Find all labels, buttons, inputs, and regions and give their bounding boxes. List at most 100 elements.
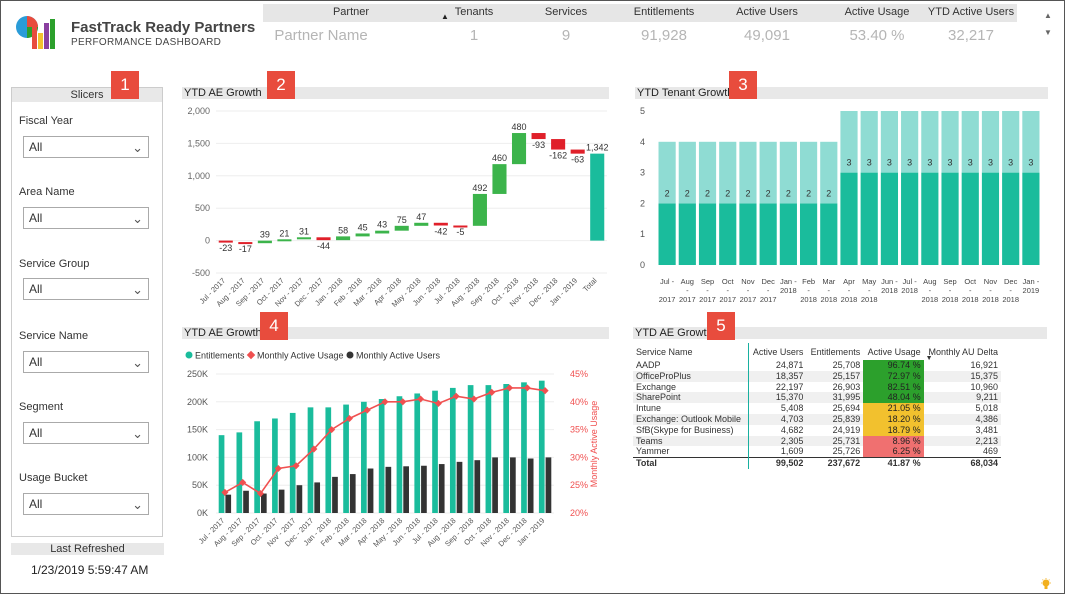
total-active-users: 99,502	[748, 457, 807, 469]
y-tick-label: 2,000	[187, 106, 210, 116]
cell-entitlements: 25,731	[806, 435, 864, 447]
col-header-entitlements[interactable]: Entitlements	[806, 343, 863, 360]
tenant-bar-segment	[799, 203, 818, 265]
data-label: 3	[867, 158, 872, 168]
waterfall-bar	[472, 193, 487, 226]
table-row[interactable]: SharePoint 15,370 31,995 48.04 % 9,211	[633, 392, 1001, 404]
cell-entitlements: 25,708	[832, 360, 861, 370]
table-row[interactable]: Exchange: Outlook Mobile 4,703 25,839 18.20…	[633, 413, 1001, 425]
data-label: -42	[434, 227, 447, 237]
waterfall-bar	[531, 133, 546, 140]
cell-active-usage: 72.97 %	[863, 370, 924, 382]
table-row[interactable]: Teams 2,305 25,731 8.96 % 2,213	[633, 435, 1001, 447]
table-row[interactable]: SfB(Skype for Business) 4,682 24,919 18.79 …	[633, 424, 1001, 436]
entitlements-bar	[378, 399, 385, 513]
x-tick-label: Jan -	[1023, 277, 1040, 286]
y-tick-label: 4	[640, 137, 645, 147]
cell-active-usage: 18.79 %	[863, 424, 924, 436]
x-tick-label: -	[848, 286, 851, 295]
data-label: 2	[826, 188, 831, 198]
tenant-bar-segment	[779, 203, 797, 265]
data-label: 2	[806, 188, 811, 198]
x-tick-label: Apr	[843, 277, 855, 286]
cell-active-users: 5,408	[780, 403, 804, 414]
table-row[interactable]: Yammer 1,609 25,726 6.25 % 469	[633, 446, 1001, 458]
service-ae-growth-table: Service Name Active Users Entitlements A…	[633, 343, 1001, 469]
cell-service-name: OfficeProPlus	[633, 370, 749, 382]
tenant-bar-segment	[739, 203, 757, 265]
table-total-row: Total 99,502 237,672 41.87 % 68,034	[633, 457, 1001, 469]
x-tick-label: 2018	[982, 295, 999, 304]
active-users-bar	[278, 489, 285, 513]
y-tick-label: 0	[205, 236, 210, 246]
data-label: 58	[338, 225, 348, 235]
tenant-bar-segment	[698, 203, 717, 265]
col-header-monthly-au-delta[interactable]: Monthly AU Delta ▼	[924, 343, 1001, 363]
data-label: 2	[685, 188, 690, 198]
total-entitlements: 237,672	[806, 457, 864, 469]
data-label: -162	[549, 151, 567, 161]
active-users-bar	[510, 457, 516, 513]
col-header-service-name[interactable]: Service Name	[633, 343, 749, 360]
tenant-bar-segment	[921, 172, 939, 265]
tenant-bar-segment	[961, 172, 979, 265]
y2-tick-label: 25%	[570, 480, 588, 490]
entitlements-bar	[432, 390, 438, 513]
data-label: 2	[665, 188, 670, 198]
col-header-active-usage[interactable]: Active Usage	[863, 343, 923, 360]
entitlements-bar	[449, 387, 456, 513]
x-tick-label: 2017	[740, 295, 757, 304]
data-label: 45	[358, 222, 368, 232]
x-tick-label: Aug	[923, 277, 936, 286]
active-users-bar	[349, 474, 356, 513]
waterfall-bar	[414, 222, 429, 226]
x-tick-label: Jan -	[780, 277, 797, 286]
cell-service-name: Yammer	[633, 446, 749, 458]
legend-marker	[346, 351, 354, 359]
entitlements-bar	[414, 393, 421, 513]
tenant-bar-segment	[941, 172, 959, 265]
active-users-bar	[421, 465, 427, 513]
active-users-bar	[438, 464, 445, 513]
x-tick-label: Total	[581, 276, 599, 294]
tenant-bar-segment	[820, 203, 838, 265]
cell-monthly-au-delta: 4,386	[923, 413, 1001, 425]
cell-active-users: 15,370	[748, 392, 807, 404]
table-row[interactable]: AADP 24,871 25,708 96.74 % 16,921	[633, 360, 1001, 371]
entitlements-bar	[289, 412, 296, 513]
y2-tick-label: 30%	[570, 452, 588, 462]
x-tick-label: Jul -	[660, 277, 675, 286]
tenant-bar-segment	[1022, 172, 1040, 265]
cell-service-name: SfB(Skype for Business)	[633, 424, 749, 436]
table-row[interactable]: Intune 5,408 25,694 21.05 % 5,018	[633, 403, 1001, 414]
x-tick-label: 2018	[942, 295, 959, 304]
data-label: 460	[492, 153, 507, 163]
x-tick-label: -	[726, 286, 729, 295]
data-label: 39	[260, 230, 270, 240]
waterfall-bar	[511, 133, 527, 165]
active-users-bar	[527, 458, 534, 513]
data-label: 3	[887, 158, 892, 168]
data-label: -23	[219, 243, 232, 253]
data-label: 2	[725, 188, 730, 198]
y-tick-label: 100K	[187, 452, 208, 462]
x-tick-label: Oct	[722, 277, 735, 286]
sort-descending-icon: ▼	[925, 355, 933, 362]
table-row[interactable]: OfficeProPlus 18,357 25,157 72.97 % 15,375	[633, 370, 1001, 382]
x-tick-label: -	[767, 286, 770, 295]
data-label: -63	[571, 155, 584, 165]
table-row[interactable]: Exchange 22,197 26,903 82.51 % 10,960	[633, 381, 1001, 393]
y-tick-label: 1	[640, 229, 645, 239]
col-header-active-users[interactable]: Active Users	[748, 343, 806, 360]
x-tick-label: -	[969, 286, 972, 295]
entitlements-bar	[538, 380, 545, 513]
lightbulb-icon[interactable]	[1041, 577, 1051, 589]
y-tick-label: 500	[195, 203, 210, 213]
data-label: 75	[397, 215, 407, 225]
legend-marker	[185, 351, 193, 359]
cell-entitlements: 25,839	[806, 413, 864, 425]
entitlements-bar	[485, 385, 492, 513]
x-tick-label: -	[807, 286, 810, 295]
tenant-bar-segment	[840, 172, 858, 265]
data-label: 3	[968, 158, 973, 168]
